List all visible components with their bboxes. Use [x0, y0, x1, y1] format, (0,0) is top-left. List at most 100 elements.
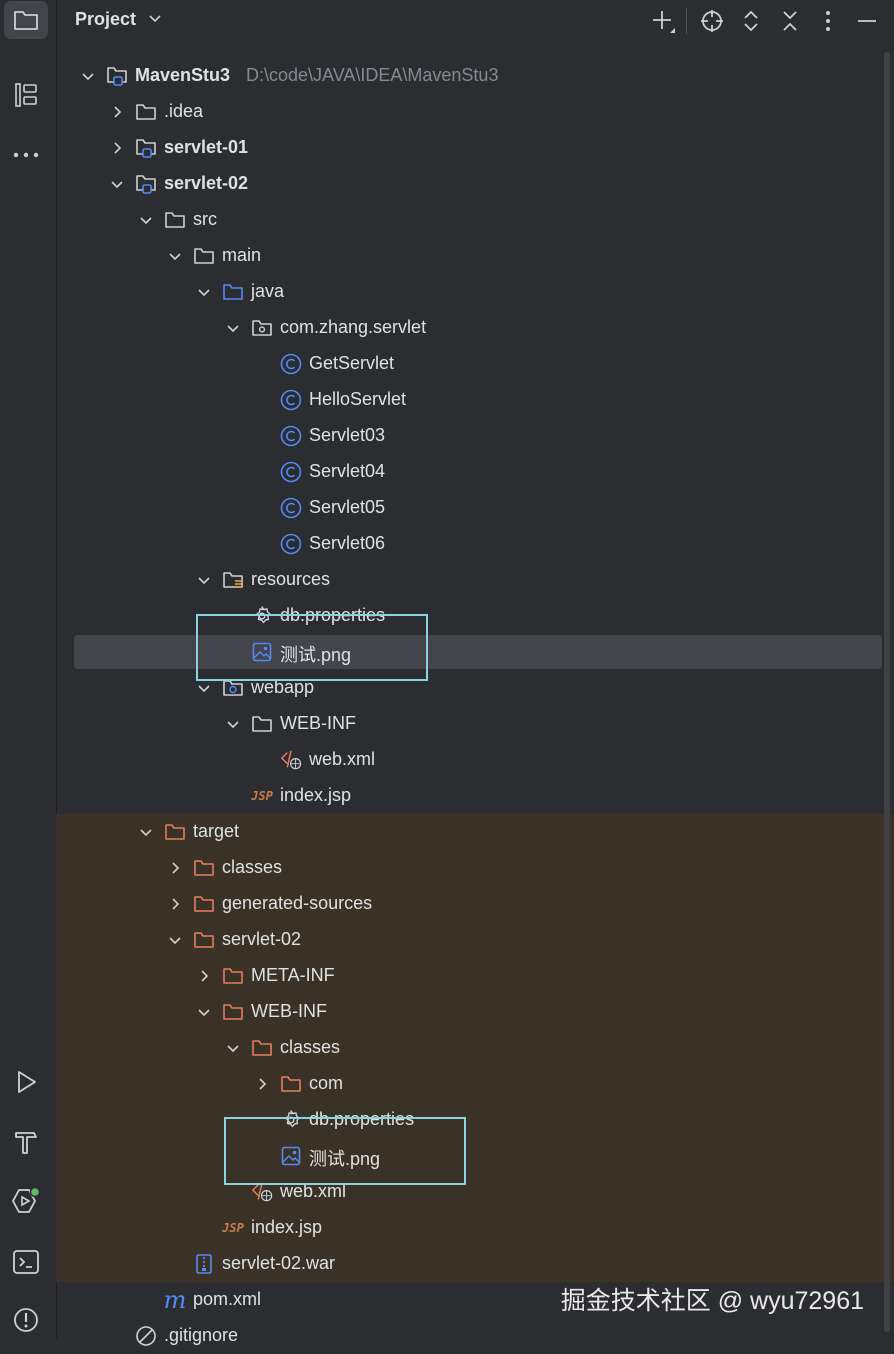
chevron-right-icon[interactable]: [254, 1076, 270, 1092]
select-opened-file-button[interactable]: [698, 7, 726, 35]
project-tool-button[interactable]: [4, 1, 48, 39]
chevron-down-icon[interactable]: [138, 824, 154, 840]
tree-item-label: servlet-02: [222, 929, 302, 949]
tree-row[interactable]: com: [56, 1066, 894, 1102]
expand-all-button[interactable]: [737, 7, 765, 35]
chevron-down-icon[interactable]: [167, 932, 183, 948]
chevron-down-icon[interactable]: [109, 176, 125, 192]
excluded-folder-icon: [251, 1037, 273, 1059]
chevron-right-icon[interactable]: [109, 140, 125, 156]
jsp-file-icon: JSP: [251, 789, 273, 803]
structure-tool-button[interactable]: [4, 76, 48, 114]
tree-row[interactable]: web.xml: [56, 1174, 894, 1210]
tree-item-label: src: [193, 209, 217, 229]
chevron-down-icon[interactable]: [138, 212, 154, 228]
problems-icon: [14, 1308, 38, 1332]
excluded-folder-icon: [193, 857, 215, 879]
class-icon: [280, 461, 302, 483]
tree-row[interactable]: db.properties: [56, 598, 894, 634]
tree-row[interactable]: classes: [56, 850, 894, 886]
tree-row[interactable]: JSP index.jsp: [56, 1210, 894, 1246]
tree-row[interactable]: resources: [56, 562, 894, 598]
chevron-right-icon[interactable]: [167, 896, 183, 912]
new-file-button[interactable]: [650, 7, 678, 35]
tree-item-label: pom.xml: [193, 1289, 262, 1309]
collapse-all-button[interactable]: [776, 7, 804, 35]
tree-item-label: web.xml: [309, 749, 376, 769]
tree-row[interactable]: Servlet03: [56, 418, 894, 454]
plus-icon: [653, 11, 675, 33]
tree-item-label: servlet-02: [164, 173, 249, 193]
chevron-down-icon[interactable]: [196, 284, 212, 300]
tree-row[interactable]: HelloServlet: [56, 382, 894, 418]
tree-item-label: com.zhang.servlet: [280, 317, 427, 337]
structure-icon: [15, 83, 37, 107]
tool-window-title[interactable]: Project: [75, 9, 136, 30]
chevron-right-icon[interactable]: [167, 860, 183, 876]
tree-row[interactable]: JSP index.jsp: [56, 778, 894, 814]
tree-row[interactable]: Servlet06: [56, 526, 894, 562]
chevron-down-icon[interactable]: [196, 1004, 212, 1020]
build-tool-button[interactable]: [4, 1123, 48, 1161]
services-tool-button[interactable]: [4, 1182, 48, 1220]
chevron-down-icon[interactable]: [80, 68, 96, 84]
chevron-down-icon[interactable]: [225, 320, 241, 336]
tree-row[interactable]: 测试.png: [56, 1138, 894, 1174]
xml-file-icon: [280, 749, 302, 771]
tree-item-label: generated-sources: [222, 893, 373, 913]
options-button[interactable]: [814, 7, 842, 35]
class-icon: [280, 533, 302, 555]
chevron-right-icon[interactable]: [196, 968, 212, 984]
tree-row[interactable]: servlet-02.war: [56, 1246, 894, 1282]
vertical-scrollbar[interactable]: [884, 52, 890, 1332]
tree-row[interactable]: servlet-02: [56, 166, 894, 202]
tree-row[interactable]: generated-sources: [56, 886, 894, 922]
class-icon: [280, 497, 302, 519]
terminal-tool-button[interactable]: [4, 1243, 48, 1281]
tree-row[interactable]: servlet-02: [56, 922, 894, 958]
run-tool-button[interactable]: [4, 1063, 48, 1101]
tree-row[interactable]: src: [56, 202, 894, 238]
tree-row[interactable]: .gitignore: [56, 1318, 894, 1354]
tree-row[interactable]: MavenStu3 D:\code\JAVA\IDEA\MavenStu3: [56, 58, 894, 94]
chevron-down-icon[interactable]: [196, 572, 212, 588]
chevron-down-icon[interactable]: [167, 248, 183, 264]
excluded-folder-icon: [164, 821, 186, 843]
chevron-down-icon[interactable]: [148, 12, 162, 26]
module-folder-icon: [135, 137, 157, 159]
tree-row[interactable]: servlet-01: [56, 130, 894, 166]
tree-row[interactable]: WEB-INF: [56, 994, 894, 1030]
tree-row[interactable]: 测试.png: [56, 634, 894, 670]
chevron-down-icon[interactable]: [225, 716, 241, 732]
tree-row[interactable]: web.xml: [56, 742, 894, 778]
tree-row[interactable]: main: [56, 238, 894, 274]
header-separator: [686, 8, 687, 34]
war-file-icon: [193, 1253, 215, 1275]
project-tree: MavenStu3 D:\code\JAVA\IDEA\MavenStu3 .ide…: [56, 58, 894, 1354]
folder-icon: [164, 209, 186, 231]
tree-row[interactable]: Servlet04: [56, 454, 894, 490]
tree-row[interactable]: .idea: [56, 94, 894, 130]
chevron-right-icon[interactable]: [109, 104, 125, 120]
tree-item-label: com: [309, 1073, 344, 1093]
terminal-icon: [13, 1250, 39, 1274]
tree-row[interactable]: com.zhang.servlet: [56, 310, 894, 346]
more-tools-button[interactable]: [4, 136, 48, 174]
hide-button[interactable]: [853, 7, 881, 35]
tree-row[interactable]: META-INF: [56, 958, 894, 994]
chevron-down-icon[interactable]: [225, 1040, 241, 1056]
tree-row[interactable]: WEB-INF: [56, 706, 894, 742]
tree-row[interactable]: target: [56, 814, 894, 850]
tree-item-label: target: [193, 821, 240, 841]
tree-row[interactable]: db.properties: [56, 1102, 894, 1138]
resources-folder-icon: [222, 569, 244, 591]
tree-row[interactable]: webapp: [56, 670, 894, 706]
chevron-down-icon[interactable]: [196, 680, 212, 696]
tree-item-label: java: [251, 281, 285, 301]
excluded-folder-icon: [222, 1001, 244, 1023]
tree-row[interactable]: classes: [56, 1030, 894, 1066]
tree-row[interactable]: GetServlet: [56, 346, 894, 382]
tree-row[interactable]: Servlet05: [56, 490, 894, 526]
tree-row[interactable]: java: [56, 274, 894, 310]
problems-tool-button[interactable]: [4, 1301, 48, 1339]
